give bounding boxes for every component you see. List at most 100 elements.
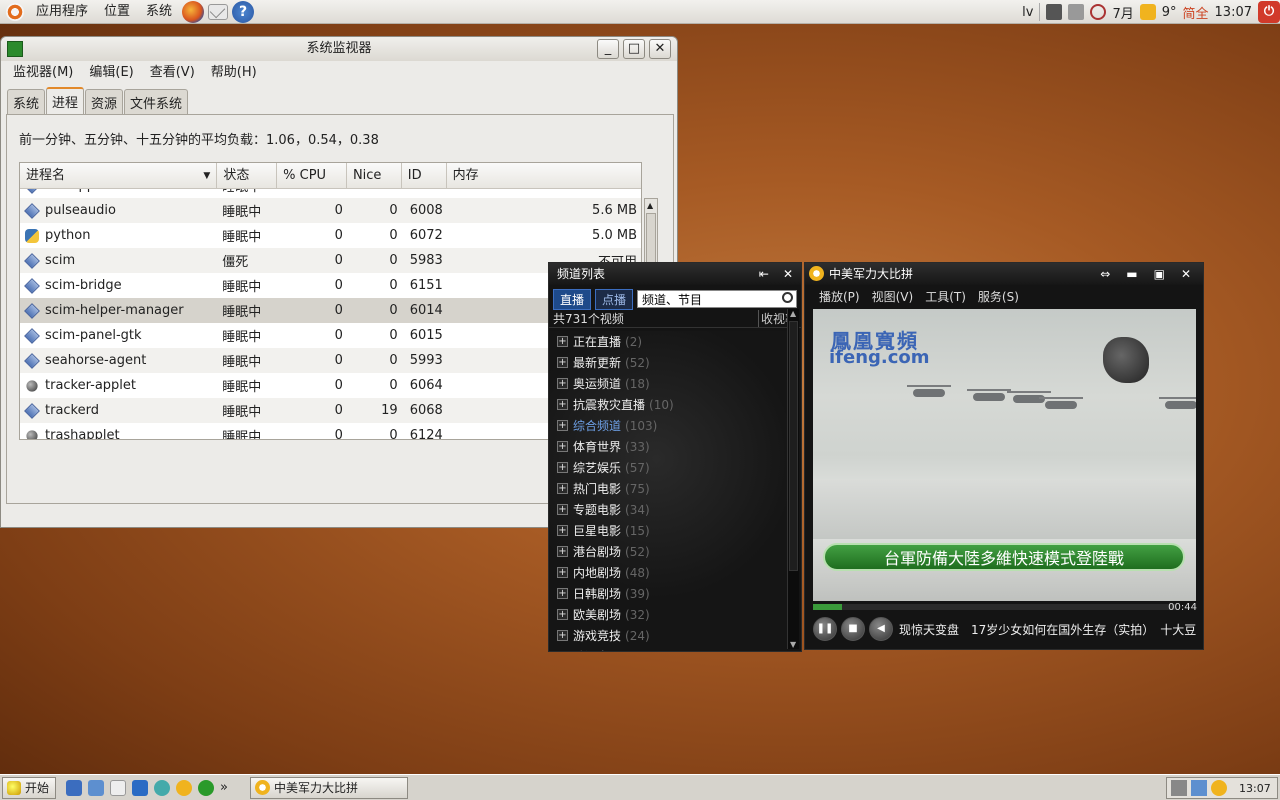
media-icon[interactable]	[198, 779, 215, 796]
mail-icon[interactable]	[88, 779, 105, 796]
channel-item[interactable]: + 综合频道 (103)	[549, 415, 787, 436]
qq-icon[interactable]	[1211, 780, 1227, 796]
channel-item[interactable]: + 欧美剧场 (32)	[549, 604, 787, 625]
channel-item[interactable]: + 奥运频道 (18)	[549, 373, 787, 394]
expand-icon[interactable]: +	[557, 567, 568, 578]
expand-icon[interactable]: +	[557, 630, 568, 641]
menu-system[interactable]: 系统	[138, 0, 180, 24]
menu-view[interactable]: 视图(V)	[872, 288, 914, 305]
maximize-icon[interactable]: ▣	[1154, 263, 1165, 285]
channel-item[interactable]: + 体育世界 (33)	[549, 436, 787, 457]
progress-bar[interactable]	[813, 604, 1176, 610]
column-id[interactable]: ID	[402, 163, 447, 188]
network-icon[interactable]	[1046, 4, 1063, 20]
expand-icon[interactable]: +	[557, 525, 568, 536]
channel-item[interactable]: + 抗震救灾直播 (10)	[549, 394, 787, 415]
scroll-up-icon[interactable]: ▲	[647, 201, 653, 210]
expand-icon[interactable]: +	[557, 336, 568, 347]
arrow-icon[interactable]	[132, 779, 149, 796]
tab-live[interactable]: 直播	[553, 288, 592, 310]
expand-icon[interactable]: +	[557, 588, 568, 599]
column-name[interactable]: 进程名 ▼	[20, 163, 218, 188]
expand-icon[interactable]: +	[557, 378, 568, 389]
stop-button[interactable]: ■	[841, 617, 865, 641]
expand-icon[interactable]: +	[557, 399, 568, 410]
power-icon[interactable]: ⏻	[1258, 1, 1280, 23]
tab-resources[interactable]: 资源	[85, 89, 124, 114]
taskbar-item-player[interactable]: 中美军力大比拼	[250, 776, 409, 799]
channel-item[interactable]: + 内地剧场 (48)	[549, 562, 787, 583]
weather-icon[interactable]	[1139, 4, 1156, 20]
menu-monitor[interactable]: 监视器(M)	[5, 61, 81, 85]
channel-item[interactable]: +动漫卡通(69)	[549, 646, 787, 652]
more-icon[interactable]: »	[220, 780, 236, 796]
scroll-up-icon[interactable]: ▲	[790, 309, 796, 318]
firefox-icon[interactable]	[182, 0, 205, 23]
globe-icon[interactable]	[154, 779, 171, 796]
menu-applications[interactable]: 应用程序	[28, 0, 96, 24]
column-cpu[interactable]: % CPU	[277, 163, 347, 188]
pause-button[interactable]: ❚❚	[813, 617, 837, 641]
volume-button[interactable]: ◀	[869, 617, 893, 641]
channel-item[interactable]: + 巨星电影 (15)	[549, 520, 787, 541]
ubuntu-logo-icon[interactable]	[6, 2, 24, 21]
channel-search-input[interactable]: 频道、节目	[637, 290, 797, 308]
notes-icon[interactable]	[110, 779, 127, 796]
column-nice[interactable]: Nice	[347, 163, 402, 188]
expand-icon[interactable]: +	[557, 504, 568, 515]
tab-processes[interactable]: 进程	[46, 87, 85, 114]
channel-item[interactable]: + 正在直播 (2)	[549, 331, 787, 352]
expand-icon[interactable]: +	[557, 441, 568, 452]
close-icon[interactable]: ✕	[1181, 263, 1191, 285]
dock-icon[interactable]: ⇤	[759, 263, 769, 285]
tab-vod[interactable]: 点播	[595, 288, 634, 310]
mute-icon[interactable]	[1090, 4, 1107, 20]
channel-item[interactable]: + 最新更新 (52)	[549, 352, 787, 373]
menu-help[interactable]: 帮助(H)	[203, 61, 265, 85]
user-name[interactable]: lv	[1022, 5, 1033, 20]
tray-clock[interactable]: 13:07	[1239, 782, 1271, 795]
mail-icon[interactable]	[208, 3, 229, 20]
tab-system[interactable]: 系统	[7, 89, 46, 114]
channel-item[interactable]: + 港台剧场 (52)	[549, 541, 787, 562]
expand-icon[interactable]: +	[557, 420, 568, 431]
table-row[interactable]: python 睡眠中 0 0 6072 5.0 MB	[20, 223, 641, 248]
minimize-icon[interactable]: ▬	[1126, 263, 1137, 285]
player-titlebar[interactable]: 中美军力大比拼 ⇔ ▬ ▣ ✕	[805, 263, 1203, 285]
date-label[interactable]: 7月	[1112, 3, 1133, 22]
menu-places[interactable]: 位置	[96, 0, 138, 24]
channel-item[interactable]: + 综艺娱乐 (57)	[549, 457, 787, 478]
close-button[interactable]: ✕	[649, 39, 671, 59]
menu-tools[interactable]: 工具(T)	[925, 288, 966, 305]
channel-item[interactable]: + 游戏竞技 (24)	[549, 625, 787, 646]
expand-icon[interactable]: +	[557, 546, 568, 557]
channel-item[interactable]: + 专题电影 (34)	[549, 499, 787, 520]
printer-icon[interactable]	[1068, 4, 1085, 20]
scrollbar-thumb[interactable]	[789, 321, 798, 571]
channel-list-titlebar[interactable]: 频道列表 ⇤ ✕	[549, 263, 801, 285]
expand-icon[interactable]: +	[557, 609, 568, 620]
news-marquee[interactable]: 现惊天变盘 17岁少女如何在国外生存（实拍） 十大豆	[899, 621, 1197, 638]
expand-icon[interactable]: +	[557, 483, 568, 494]
menu-play[interactable]: 播放(P)	[819, 288, 860, 305]
input-method-label[interactable]: 简全	[1183, 3, 1209, 22]
help-icon[interactable]: ?	[232, 0, 255, 23]
start-button[interactable]: 开始	[2, 776, 57, 799]
channel-scrollbar[interactable]: ▲ ▼	[787, 309, 799, 649]
video-area[interactable]: 鳳凰寬頻 ifeng.com 台軍防備大陸多維快速模式登陸戰	[813, 309, 1196, 601]
maximize-button[interactable]: □	[623, 39, 645, 59]
weather-temp[interactable]: 9°	[1162, 5, 1177, 20]
column-memory[interactable]: 内存	[447, 163, 641, 188]
minimize-button[interactable]: _	[597, 39, 619, 59]
qq-icon[interactable]	[176, 779, 193, 796]
channel-item[interactable]: + 日韩剧场 (39)	[549, 583, 787, 604]
tab-filesystems[interactable]: 文件系统	[124, 89, 189, 114]
volume-icon[interactable]	[1171, 780, 1187, 796]
menu-view[interactable]: 查看(V)	[142, 61, 203, 85]
search-icon[interactable]	[782, 292, 793, 303]
menu-services[interactable]: 服务(S)	[978, 288, 1019, 305]
column-state[interactable]: 状态	[217, 163, 278, 188]
titlebar[interactable]: 系统监视器 _ □ ✕	[1, 37, 677, 61]
table-row[interactable]: pulseaudio 睡眠中 0 0 6008 5.6 MB	[20, 198, 641, 223]
close-icon[interactable]: ✕	[783, 263, 793, 285]
